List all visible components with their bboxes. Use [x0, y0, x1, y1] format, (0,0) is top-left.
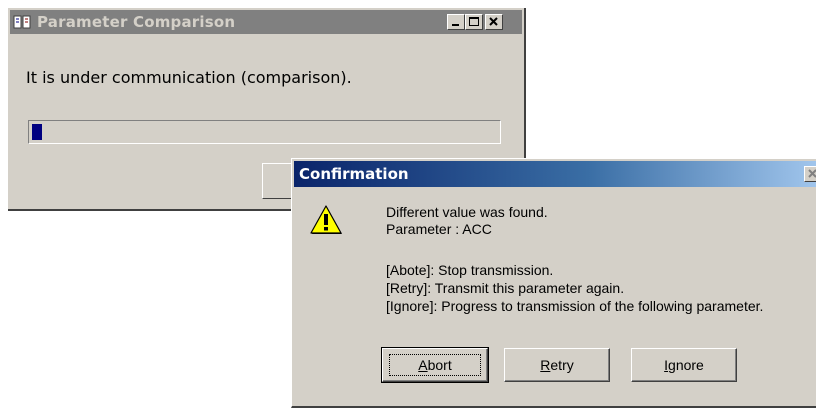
- retry-button[interactable]: Retry: [504, 348, 610, 382]
- dialog-message-line: Different value was found.: [386, 204, 548, 220]
- dialog-retry-help: [Retry]: Transmit this parameter again.: [386, 280, 625, 296]
- app-icon: [13, 15, 31, 29]
- dialog-title-bar[interactable]: Confirmation: [294, 161, 816, 187]
- status-message: It is under communication (comparison).: [26, 68, 352, 87]
- title-bar[interactable]: Parameter Comparison: [10, 10, 522, 34]
- ignore-label: gnore: [668, 357, 704, 373]
- window-title: Parameter Comparison: [37, 13, 236, 31]
- dialog-close-button[interactable]: [804, 166, 816, 182]
- abort-accel: A: [418, 357, 428, 373]
- minimize-button[interactable]: [447, 14, 465, 30]
- maximize-icon: [469, 17, 479, 26]
- confirmation-dialog: Confirmation Different value was found. …: [291, 158, 816, 408]
- dialog-title: Confirmation: [299, 165, 409, 183]
- retry-label: etry: [550, 357, 574, 373]
- maximize-button[interactable]: [465, 14, 483, 30]
- progress-fill: [32, 124, 42, 140]
- retry-accel: R: [540, 357, 551, 373]
- dialog-parameter-line: Parameter : ACC: [386, 221, 492, 237]
- warning-icon: [310, 205, 342, 234]
- close-icon: [808, 169, 816, 178]
- close-icon: [489, 17, 498, 26]
- dialog-abort-help: [Abote]: Stop transmission.: [386, 262, 554, 278]
- close-button[interactable]: [485, 14, 503, 30]
- ignore-button[interactable]: Ignore: [631, 348, 737, 382]
- minimize-icon: [452, 24, 459, 26]
- dialog-ignore-help: [Ignore]: Progress to transmission of th…: [386, 298, 764, 314]
- abort-button[interactable]: Abort: [381, 347, 489, 383]
- progress-bar: [28, 120, 501, 144]
- abort-label: bort: [427, 357, 452, 373]
